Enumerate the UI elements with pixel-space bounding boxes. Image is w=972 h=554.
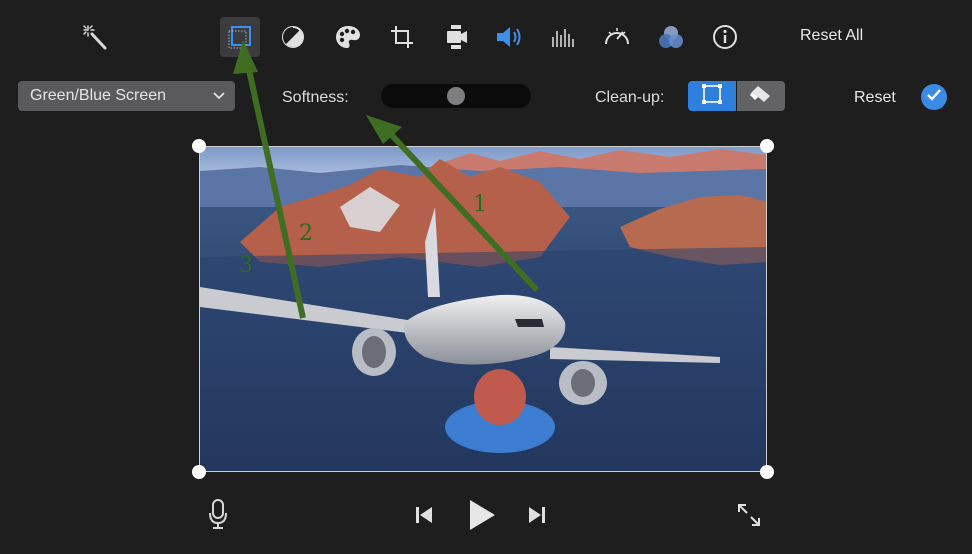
crop-icon[interactable]: [382, 17, 422, 57]
stabilization-camera-icon[interactable]: [436, 17, 476, 57]
annotation-callout-3: 3: [239, 253, 253, 278]
annotation-callout-2: 2: [299, 221, 313, 246]
softness-slider-knob[interactable]: [447, 87, 465, 105]
microphone-icon[interactable]: [204, 497, 232, 531]
cleanup-eraser-button[interactable]: [737, 81, 785, 111]
volume-icon[interactable]: [489, 17, 529, 57]
annotation-callout-1: 1: [473, 192, 487, 217]
color-filter-icon[interactable]: [651, 17, 691, 57]
crop-region-icon: [701, 83, 723, 110]
crop-handle-bottom-right[interactable]: [760, 465, 774, 479]
apply-checkmark-button[interactable]: [921, 84, 947, 110]
color-palette-icon[interactable]: [328, 17, 368, 57]
chevron-down-icon: [213, 87, 225, 105]
info-icon[interactable]: [705, 17, 745, 57]
crop-to-fill-icon[interactable]: [220, 17, 260, 57]
crop-handle-top-left[interactable]: [192, 139, 206, 153]
fullscreen-icon[interactable]: [733, 499, 765, 531]
effect-dropdown-value: Green/Blue Screen: [30, 87, 167, 104]
effect-dropdown[interactable]: Green/Blue Screen: [18, 81, 235, 111]
color-balance-icon[interactable]: [273, 17, 313, 57]
softness-slider[interactable]: [381, 84, 531, 108]
skip-back-icon[interactable]: [412, 502, 436, 528]
reset-all-button[interactable]: Reset All: [800, 27, 863, 45]
crop-handle-top-right[interactable]: [760, 139, 774, 153]
cleanup-label: Clean-up:: [595, 89, 665, 106]
play-icon[interactable]: [464, 496, 500, 534]
skip-forward-icon[interactable]: [525, 502, 549, 528]
softness-label: Softness:: [282, 89, 349, 106]
magic-wand-icon[interactable]: [75, 17, 115, 57]
reset-button[interactable]: Reset: [854, 89, 896, 107]
crop-handle-bottom-left[interactable]: [192, 465, 206, 479]
speedometer-icon[interactable]: [597, 17, 637, 57]
eraser-icon: [749, 83, 773, 110]
equalizer-icon[interactable]: [543, 17, 583, 57]
cleanup-crop-button[interactable]: [688, 81, 736, 111]
checkmark-icon: [926, 88, 942, 107]
